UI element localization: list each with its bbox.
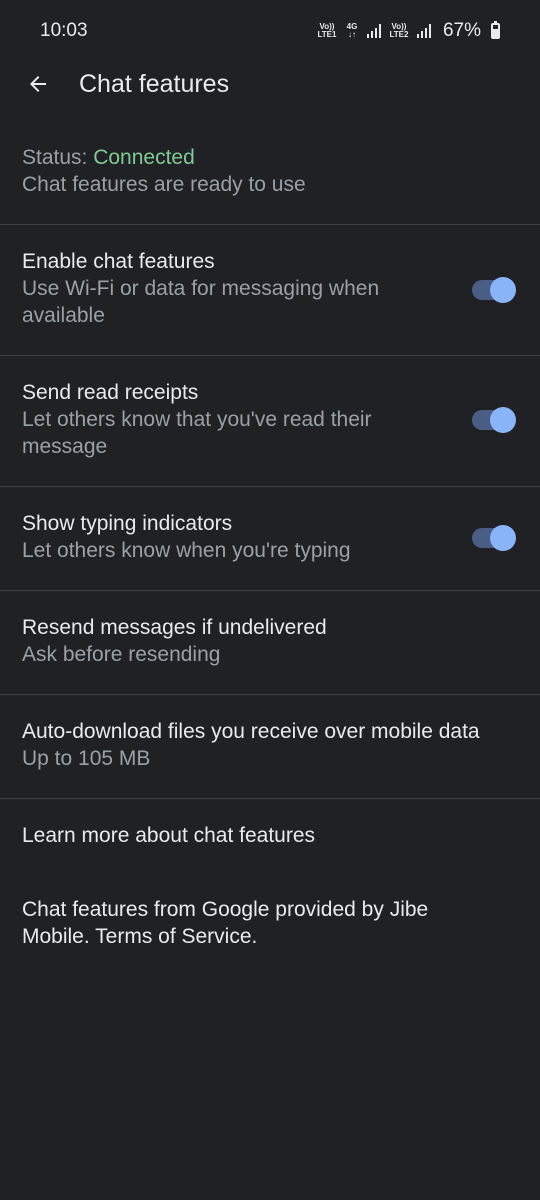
arrow-back-icon (30, 76, 46, 92)
setting-title: Resend messages if undelivered (22, 616, 327, 639)
setting-subtitle: Let others know when you're typing (22, 539, 351, 562)
battery-percent: 67% (442, 20, 481, 41)
setting-text: Enable chat features Use Wi-Fi or data f… (22, 248, 442, 329)
network-type-icon: 4G ↓↑ (346, 22, 358, 39)
learn-more-text: about chat features (129, 824, 316, 847)
toggle-thumb (490, 407, 516, 433)
sim1-volte-icon: Vo)) LTE1 (317, 22, 337, 39)
status-bar: 10:03 Vo)) LTE1 4G ↓↑ Vo)) LTE2 67% (0, 0, 540, 62)
status-value: Connected (93, 146, 195, 169)
learn-more-link[interactable]: Learn more (22, 824, 129, 847)
enable-chat-features-toggle[interactable] (472, 277, 516, 303)
setting-resend-messages[interactable]: Resend messages if undelivered Ask befor… (0, 614, 540, 674)
provider-info: Chat features from Google provided by Ji… (0, 896, 540, 950)
signal2-icon (416, 24, 431, 38)
setting-text: Show typing indicators Let others know w… (22, 510, 442, 564)
setting-title: Show typing indicators (22, 512, 233, 535)
back-button[interactable] (14, 62, 62, 106)
signal1-icon (366, 24, 381, 38)
setting-title: Send read receipts (22, 381, 199, 404)
setting-text: Send read receipts Let others know that … (22, 379, 442, 460)
send-read-receipts-toggle[interactable] (472, 407, 516, 433)
divider (0, 798, 540, 799)
status-line: Status: Connected (22, 144, 518, 171)
learn-more-line: Learn more about chat features (0, 822, 540, 849)
chat-status: Status: Connected Chat features are read… (0, 144, 540, 198)
battery-icon (491, 21, 500, 39)
status-time: 10:03 (40, 20, 88, 41)
setting-send-read-receipts[interactable]: Send read receipts Let others know that … (0, 379, 540, 465)
divider (0, 355, 540, 356)
setting-subtitle: Use Wi-Fi or data for messaging when ava… (22, 277, 380, 327)
setting-enable-chat-features[interactable]: Enable chat features Use Wi-Fi or data f… (0, 248, 540, 334)
provider-text[interactable]: Chat features from Google provided by Ji… (22, 896, 492, 950)
sim2-volte-icon: Vo)) LTE2 (389, 22, 409, 39)
divider (0, 590, 540, 591)
page-title: Chat features (79, 69, 230, 98)
setting-subtitle: Ask before resending (22, 643, 221, 666)
screen: 10:03 Vo)) LTE1 4G ↓↑ Vo)) LTE2 67% Chat … (0, 0, 540, 1200)
divider (0, 224, 540, 225)
status-label: Status: (22, 146, 94, 169)
status-description: Chat features are ready to use (22, 173, 306, 196)
setting-show-typing-indicators[interactable]: Show typing indicators Let others know w… (0, 510, 540, 570)
setting-auto-download[interactable]: Auto-download files you receive over mob… (0, 718, 540, 778)
network-type-label: 4G (346, 22, 358, 31)
app-bar: Chat features (0, 62, 540, 106)
status-icons: Vo)) LTE1 4G ↓↑ Vo)) LTE2 67% (317, 20, 500, 42)
divider (0, 486, 540, 487)
setting-subtitle: Let others know that you've read their m… (22, 408, 372, 458)
divider (0, 694, 540, 695)
setting-title: Auto-download files you receive over mob… (22, 720, 480, 743)
setting-subtitle: Up to 105 MB (22, 747, 151, 770)
toggle-thumb (490, 277, 516, 303)
setting-title: Enable chat features (22, 250, 215, 273)
show-typing-indicators-toggle[interactable] (472, 525, 516, 551)
toggle-thumb (490, 525, 516, 551)
